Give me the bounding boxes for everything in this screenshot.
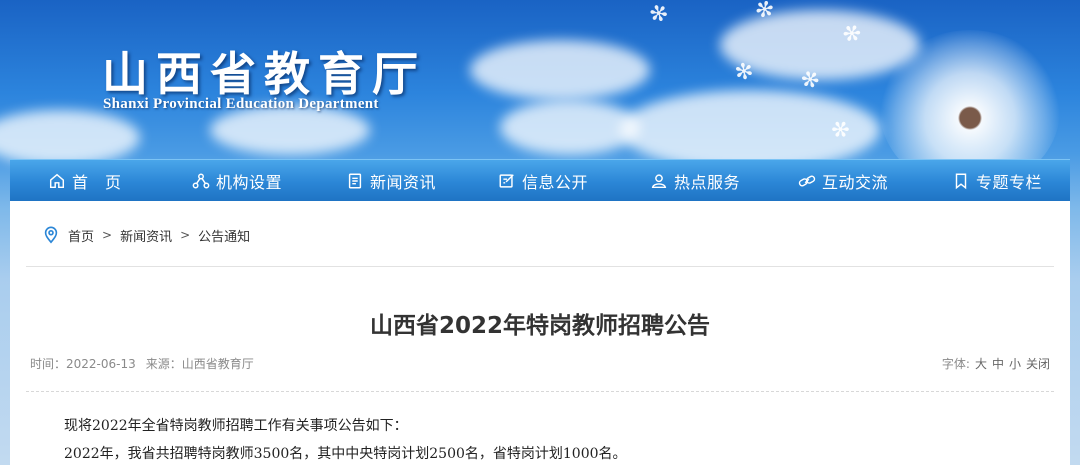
article-paragraph: 2022年，我省共招聘特岗教师3500名，其中中央特岗计划2500名，省特岗计划… (64, 446, 627, 462)
nav-item-label: 新闻资讯 (370, 173, 437, 192)
nav-item-info-disclosure[interactable]: 信息公开 (498, 160, 588, 202)
cloud (500, 100, 640, 155)
breadcrumb-separator: > (180, 228, 191, 242)
divider (26, 391, 1054, 392)
dandelion-seed-icon: ✻ (646, 0, 673, 30)
divider (26, 266, 1054, 267)
nav-item-label: 信息公开 (522, 173, 589, 192)
breadcrumb-news-link[interactable]: 新闻资讯 (120, 226, 172, 245)
article-source: 来源：山西省教育厅 (145, 357, 254, 371)
nav-item-label: 热点服务 (674, 173, 741, 192)
article-meta: 时间：2022-06-13 来源：山西省教育厅 (30, 355, 254, 372)
nav-item-label: 互动交流 (822, 173, 889, 192)
site-logo-title[interactable]: 山西省教育厅 (102, 38, 426, 104)
cloud (470, 40, 650, 100)
font-size-controls: 字体: 大 中 小 关闭 (942, 355, 1050, 372)
user-icon (651, 174, 667, 189)
nav-item-interaction[interactable]: 互动交流 (798, 160, 888, 202)
nav-item-hot-services[interactable]: 热点服务 (650, 160, 740, 202)
document-icon (348, 173, 362, 189)
breadcrumb-home-link[interactable]: 首页 (68, 226, 94, 245)
breadcrumb: 首页 > 新闻资讯 > 公告通知 (42, 225, 250, 245)
org-chart-icon (192, 173, 210, 189)
font-medium-button[interactable]: 中 (992, 355, 1004, 372)
home-icon (49, 173, 65, 189)
nav-item-home[interactable]: 首 页 (48, 160, 122, 202)
main-nav: 首 页 机构设置 新闻资讯 信息公开 热点服务 互动交流 专题专栏 (10, 159, 1070, 201)
nav-item-organization[interactable]: 机构设置 (192, 160, 282, 202)
content-panel: 首页 > 新闻资讯 > 公告通知 山西省2022年特岗教师招聘公告 时间：202… (10, 201, 1070, 465)
link-icon (798, 175, 816, 187)
nav-item-special-topics[interactable]: 专题专栏 (952, 160, 1042, 202)
close-button[interactable]: 关闭 (1026, 355, 1050, 372)
font-small-button[interactable]: 小 (1009, 355, 1021, 372)
bookmark-icon (955, 173, 967, 190)
article-paragraph: 现将2022年全省特岗教师招聘工作有关事项公告如下： (64, 418, 408, 434)
cloud (0, 110, 140, 165)
font-size-label: 字体: (941, 357, 970, 371)
edit-icon (499, 174, 514, 188)
location-pin-icon (44, 226, 58, 244)
nav-item-news[interactable]: 新闻资讯 (346, 160, 436, 202)
breadcrumb-notices-link[interactable]: 公告通知 (198, 226, 250, 245)
nav-item-label: 首 页 (72, 173, 122, 192)
nav-item-label: 专题专栏 (976, 173, 1043, 192)
article-time: 时间：2022-06-13 (30, 357, 136, 371)
font-large-button[interactable]: 大 (975, 355, 987, 372)
breadcrumb-separator: > (102, 228, 113, 242)
site-logo-subtitle: Shanxi Provincial Education Department (103, 96, 379, 112)
article-title: 山西省2022年特岗教师招聘公告 (369, 313, 710, 339)
nav-item-label: 机构设置 (216, 173, 283, 192)
